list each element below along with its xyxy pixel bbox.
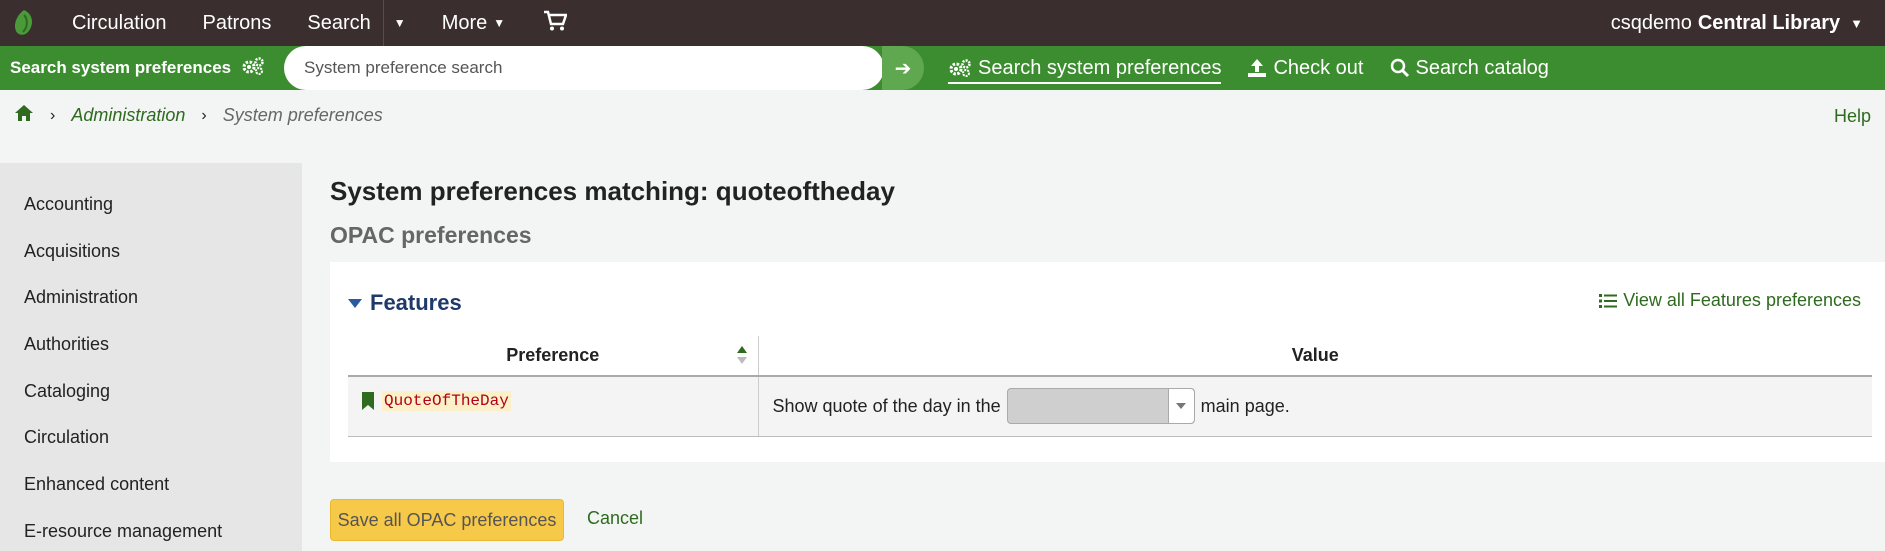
upload-icon: [1247, 58, 1267, 78]
search-bar-links: Search system preferences Check out Sear…: [948, 46, 1575, 90]
sidebar: Accounting Acquisitions Administration A…: [0, 163, 302, 551]
bookmark-icon[interactable]: [362, 392, 374, 410]
preference-cell: QuoteOfTheDay: [348, 376, 759, 437]
library-name: Central Library: [1697, 11, 1841, 34]
chevron-right-icon: ›: [201, 106, 207, 124]
nav-patrons-label: Patrons: [202, 11, 272, 34]
save-all-button[interactable]: Save all OPAC preferences: [330, 499, 564, 541]
sidebar-item-administration[interactable]: Administration: [0, 274, 302, 321]
nav-circulation[interactable]: Circulation: [48, 0, 184, 46]
search-catalog-label: Search catalog: [1415, 56, 1549, 79]
help-link[interactable]: Help: [1834, 106, 1871, 127]
check-out-link[interactable]: Check out: [1247, 56, 1364, 80]
cancel-link[interactable]: Cancel: [587, 508, 643, 529]
search-bar: Search system preferences System prefere…: [0, 46, 1885, 90]
caret-down-icon: ▼: [1850, 15, 1863, 31]
check-out-label: Check out: [1273, 56, 1364, 79]
search-syspref-link[interactable]: Search system preferences: [948, 56, 1222, 84]
gears-icon: [241, 56, 265, 80]
sidebar-item-circulation[interactable]: Circulation: [0, 414, 302, 461]
search-type-label: Search system preferences: [10, 58, 232, 77]
cart-button[interactable]: [523, 0, 587, 46]
value-text-before: Show quote of the day in the: [772, 395, 1001, 416]
cart-icon: [543, 10, 568, 37]
select-arrow-icon: [1167, 389, 1194, 424]
features-heading: Features: [370, 290, 462, 315]
nav-patrons[interactable]: Patrons: [184, 0, 289, 46]
gears-icon: [948, 59, 972, 77]
search-catalog-link[interactable]: Search catalog: [1390, 57, 1549, 80]
search-placeholder: System preference search: [304, 58, 503, 77]
nav-more[interactable]: More ▼: [416, 0, 523, 46]
home-icon[interactable]: [14, 104, 34, 127]
search-syspref-label: Search system preferences: [978, 56, 1222, 79]
column-header-preference[interactable]: Preference: [348, 336, 759, 377]
arrow-right-icon: ➔: [894, 57, 912, 80]
sort-icon: [736, 346, 747, 364]
sidebar-item-acquisitions[interactable]: Acquisitions: [0, 228, 302, 275]
column-header-value[interactable]: Value: [758, 336, 1872, 377]
search-type-selector[interactable]: Search system preferences: [0, 56, 282, 80]
view-all-label: View all Features preferences: [1623, 290, 1861, 310]
sidebar-item-authorities[interactable]: Authorities: [0, 321, 302, 368]
sidebar-item-enhanced-content[interactable]: Enhanced content: [0, 461, 302, 508]
user-menu[interactable]: csqdemo Central Library ▼: [1611, 0, 1863, 46]
breadcrumb-current: System preferences: [222, 105, 383, 125]
username: csqdemo: [1610, 11, 1692, 34]
sidebar-item-accounting[interactable]: Accounting: [0, 181, 302, 228]
view-all-features-link[interactable]: View all Features preferences: [1599, 290, 1861, 311]
koha-logo-icon[interactable]: [0, 0, 48, 46]
nav-search-label: Search: [307, 11, 371, 34]
value-cell: Show quote of the day in the main page.: [758, 376, 1873, 437]
top-navbar: Circulation Patrons Search ▼ More ▼ csqde…: [0, 0, 1885, 46]
nav-circulation-label: Circulation: [72, 11, 167, 34]
breadcrumb: › Administration › System preferences: [14, 104, 383, 127]
value-line: Show quote of the day in the main page.: [772, 388, 1873, 425]
features-toggle[interactable]: Features: [348, 290, 462, 316]
preference-code: QuoteOfTheDay: [382, 391, 511, 411]
caret-down-icon: ▼: [393, 16, 406, 30]
preferences-panel: Features View all Features preferences P…: [330, 262, 1885, 462]
syspref-search-input[interactable]: System preference search: [284, 46, 884, 90]
column-header-label: Preference: [506, 345, 600, 365]
search-submit-button[interactable]: ➔: [882, 46, 924, 90]
sidebar-item-e-resource-management[interactable]: E-resource management: [0, 508, 302, 551]
caret-down-icon: ▼: [493, 16, 506, 30]
sidebar-item-cataloging[interactable]: Cataloging: [0, 368, 302, 415]
list-icon: [1599, 293, 1618, 309]
section-title: OPAC preferences: [330, 222, 532, 248]
preferences-table: Preference Value QuoteOfTheDay Show quot…: [348, 336, 1872, 437]
breadcrumb-administration[interactable]: Administration: [71, 105, 185, 126]
quote-location-select[interactable]: [1006, 388, 1195, 425]
nav-more-label: More: [441, 11, 488, 34]
caret-down-icon: [348, 298, 362, 308]
value-text-after: main page.: [1200, 395, 1290, 416]
page-title: System preferences matching: quoteofthed…: [330, 176, 895, 206]
table-row: QuoteOfTheDay Show quote of the day in t…: [348, 376, 1873, 437]
search-dropdown-toggle[interactable]: ▼: [382, 0, 416, 46]
search-icon: [1390, 58, 1410, 78]
column-header-label: Value: [1291, 345, 1339, 365]
preference-name: QuoteOfTheDay: [362, 391, 758, 411]
chevron-right-icon: ›: [50, 106, 56, 124]
nav-search[interactable]: Search: [289, 0, 382, 46]
